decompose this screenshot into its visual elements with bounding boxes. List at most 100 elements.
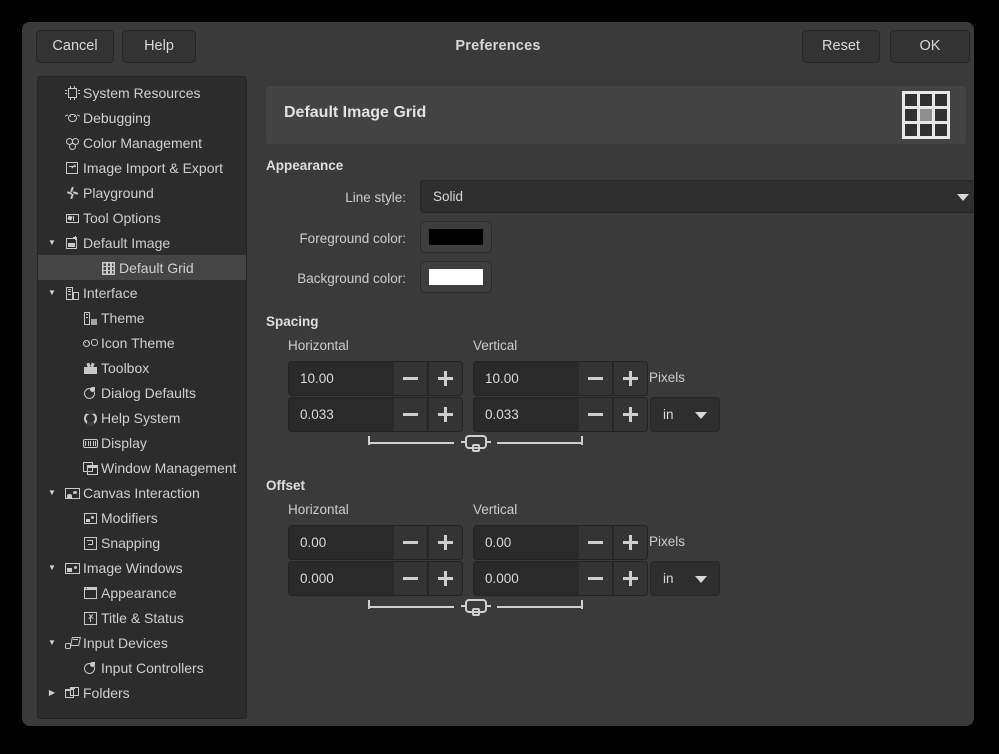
spacing-horizontal-unit-decrement[interactable] — [393, 397, 428, 432]
sidebar-item-image-windows[interactable]: ▼ Image Windows — [38, 555, 246, 580]
chevron-down-icon[interactable]: ▼ — [46, 480, 58, 505]
preferences-sidebar[interactable]: System ResourcesDebugging Color Managemen… — [37, 76, 247, 719]
sidebar-item-dialog-defaults[interactable]: Dialog Defaults — [38, 380, 246, 405]
foreground-color-button[interactable] — [420, 221, 492, 253]
offset-horizontal-pixels-decrement[interactable] — [393, 525, 428, 560]
panel-header: Default Image Grid — [266, 86, 966, 144]
sidebar-item-theme[interactable]: Theme — [38, 305, 246, 330]
sidebar-item-debugging[interactable]: Debugging — [38, 105, 246, 130]
background-color-button[interactable] — [420, 261, 492, 293]
sidebar-item-appearance[interactable]: Appearance — [38, 580, 246, 605]
offset-horizontal-pixels-spinner[interactable]: 0.00 — [288, 525, 463, 560]
offset-vertical-pixels-increment[interactable] — [613, 525, 648, 560]
chevron-down-icon[interactable]: ▼ — [46, 280, 58, 305]
offset-vertical-pixels-value[interactable]: 0.00 — [473, 525, 578, 560]
sidebar-item-label: Theme — [101, 310, 145, 326]
sidebar-item-system-resources[interactable]: System Resources — [38, 80, 246, 105]
sidebar-item-help-system[interactable]: Help System — [38, 405, 246, 430]
offset-unit-select[interactable]: in — [650, 561, 720, 596]
offset-horizontal-unit-value[interactable]: 0.000 — [288, 561, 393, 596]
spacing-horizontal-unit-spinner[interactable]: 0.033 — [288, 397, 463, 432]
offset-vertical-unit-decrement[interactable] — [578, 561, 613, 596]
sidebar-item-modifiers[interactable]: Modifiers — [38, 505, 246, 530]
offset-horizontal-pixels-increment[interactable] — [428, 525, 463, 560]
appearance-icon — [82, 585, 99, 601]
offset-chain-broken-icon[interactable] — [368, 595, 583, 617]
reset-button[interactable]: Reset — [802, 30, 880, 63]
sidebar-item-label: Folders — [83, 685, 130, 701]
spacing-unit-select[interactable]: in — [650, 397, 720, 432]
spacing-vertical-pixels-increment[interactable] — [613, 361, 648, 396]
chevron-down-icon[interactable]: ▼ — [46, 630, 58, 655]
sidebar-item-label: Title & Status — [101, 610, 184, 626]
offset-vertical-label: Vertical — [473, 502, 517, 517]
background-color-swatch — [429, 269, 483, 285]
sidebar-item-display[interactable]: Display — [38, 430, 246, 455]
spacing-horizontal-unit-increment[interactable] — [428, 397, 463, 432]
spacing-horizontal-pixels-increment[interactable] — [428, 361, 463, 396]
sidebar-item-input-controllers[interactable]: Input Controllers — [38, 655, 246, 680]
sidebar-item-canvas-interaction[interactable]: ▼Canvas Interaction — [38, 480, 246, 505]
input-devices-icon — [64, 635, 81, 651]
cpu-chip-icon — [64, 85, 81, 101]
chevron-right-icon[interactable]: ▶ — [46, 680, 58, 705]
sidebar-item-input-devices[interactable]: ▼Input Devices — [38, 630, 246, 655]
sidebar-item-snapping[interactable]: Snapping — [38, 530, 246, 555]
offset-vertical-pixels-decrement[interactable] — [578, 525, 613, 560]
offset-horizontal-label: Horizontal — [288, 502, 349, 517]
appearance-section-label: Appearance — [266, 158, 343, 173]
spacing-vertical-unit-increment[interactable] — [613, 397, 648, 432]
foreground-color-swatch — [429, 229, 483, 245]
spacing-chain-broken-icon[interactable] — [368, 431, 583, 453]
offset-vertical-unit-increment[interactable] — [613, 561, 648, 596]
chevron-down-icon[interactable]: ▼ — [46, 230, 58, 255]
sidebar-item-playground[interactable]: Playground — [38, 180, 246, 205]
sidebar-item-label: Toolbox — [101, 360, 149, 376]
sidebar-item-interface[interactable]: ▼Interface — [38, 280, 246, 305]
sidebar-item-default-image[interactable]: ▼Default Image — [38, 230, 246, 255]
spacing-vertical-unit-decrement[interactable] — [578, 397, 613, 432]
help-system-icon — [82, 410, 99, 426]
offset-vertical-unit-spinner[interactable]: 0.000 — [473, 561, 648, 596]
spacing-horizontal-pixels-value[interactable]: 10.00 — [288, 361, 393, 396]
spacing-vertical-unit-value[interactable]: 0.033 — [473, 397, 578, 432]
sidebar-item-image-import-export[interactable]: Image Import & Export — [38, 155, 246, 180]
spacing-horizontal-pixels-decrement[interactable] — [393, 361, 428, 396]
dialog-body: System ResourcesDebugging Color Managemen… — [22, 70, 974, 726]
chevron-down-icon[interactable]: ▼ — [46, 555, 58, 580]
offset-horizontal-unit-increment[interactable] — [428, 561, 463, 596]
offset-horizontal-unit-decrement[interactable] — [393, 561, 428, 596]
sidebar-item-label: Playground — [83, 185, 154, 201]
toolbox-icon — [82, 360, 99, 376]
sidebar-item-label: Icon Theme — [101, 335, 175, 351]
spacing-vertical-unit-spinner[interactable]: 0.033 — [473, 397, 648, 432]
sidebar-item-label: Image Windows — [83, 560, 183, 576]
line-style-select[interactable]: Solid — [420, 180, 974, 213]
sidebar-item-title-status[interactable]: Title & Status — [38, 605, 246, 630]
chevron-down-icon — [695, 412, 707, 419]
sidebar-item-default-grid[interactable]: Default Grid — [38, 255, 246, 280]
spacing-vertical-pixels-spinner[interactable]: 10.00 — [473, 361, 648, 396]
foreground-color-label: Foreground color: — [258, 231, 406, 246]
spacing-horizontal-unit-value[interactable]: 0.033 — [288, 397, 393, 432]
sidebar-item-icon-theme[interactable]: Icon Theme — [38, 330, 246, 355]
sidebar-item-tool-options[interactable]: Tool Options — [38, 205, 246, 230]
offset-vertical-unit-value[interactable]: 0.000 — [473, 561, 578, 596]
offset-horizontal-unit-spinner[interactable]: 0.000 — [288, 561, 463, 596]
offset-horizontal-pixels-value[interactable]: 0.00 — [288, 525, 393, 560]
sidebar-item-folders[interactable]: ▶ Folders — [38, 680, 246, 705]
spacing-vertical-pixels-value[interactable]: 10.00 — [473, 361, 578, 396]
spacing-horizontal-pixels-spinner[interactable]: 10.00 — [288, 361, 463, 396]
input-controllers-icon — [82, 660, 99, 676]
sidebar-item-color-management[interactable]: Color Management — [38, 130, 246, 155]
ok-button[interactable]: OK — [890, 30, 970, 63]
spacing-unit-value: in — [663, 398, 674, 431]
sidebar-item-window-management[interactable]: Window Management — [38, 455, 246, 480]
sidebar-item-toolbox[interactable]: Toolbox — [38, 355, 246, 380]
chevron-down-icon — [695, 576, 707, 583]
spacing-vertical-pixels-decrement[interactable] — [578, 361, 613, 396]
spacing-vertical-label: Vertical — [473, 338, 517, 353]
chevron-down-icon — [957, 194, 969, 201]
offset-vertical-pixels-spinner[interactable]: 0.00 — [473, 525, 648, 560]
sidebar-item-label: Color Management — [83, 135, 202, 151]
